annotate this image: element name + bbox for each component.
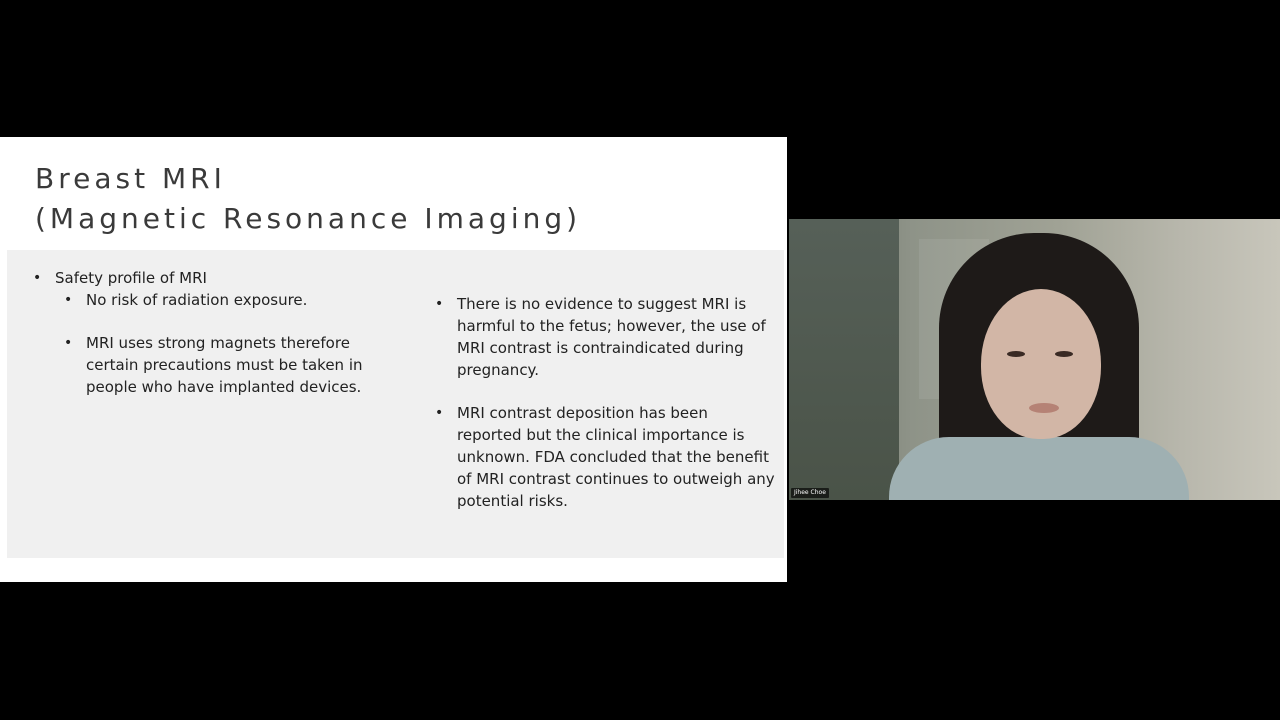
video-background <box>789 219 899 500</box>
participant-name-label: Jihee Choe <box>791 488 829 498</box>
participant-face <box>981 289 1101 439</box>
slide-title: Breast MRI (Magnetic Resonance Imaging) <box>35 159 581 239</box>
bullet-contrast-deposition: MRI contrast deposition has been reporte… <box>435 402 777 512</box>
sub-bullet-magnets: MRI uses strong magnets therefore certai… <box>64 332 376 398</box>
meeting-stage: Breast MRI (Magnetic Resonance Imaging) … <box>0 0 1280 720</box>
bullet-safety-profile: Safety profile of MRI <box>33 267 385 289</box>
participant-mouth <box>1029 403 1059 413</box>
shared-slide: Breast MRI (Magnetic Resonance Imaging) … <box>0 137 787 582</box>
slide-content-area: Safety profile of MRI No risk of radiati… <box>7 250 784 558</box>
sub-bullet-radiation: No risk of radiation exposure. <box>64 289 386 311</box>
bullet-fetus: There is no evidence to suggest MRI is h… <box>435 293 777 381</box>
slide-title-line-2: (Magnetic Resonance Imaging) <box>35 202 582 235</box>
participant-eye-left <box>1007 351 1025 357</box>
participant-shirt <box>889 437 1189 500</box>
participant-eye-right <box>1055 351 1073 357</box>
slide-title-line-1: Breast MRI <box>35 162 226 195</box>
participant-video-tile[interactable]: Jihee Choe <box>789 219 1280 500</box>
